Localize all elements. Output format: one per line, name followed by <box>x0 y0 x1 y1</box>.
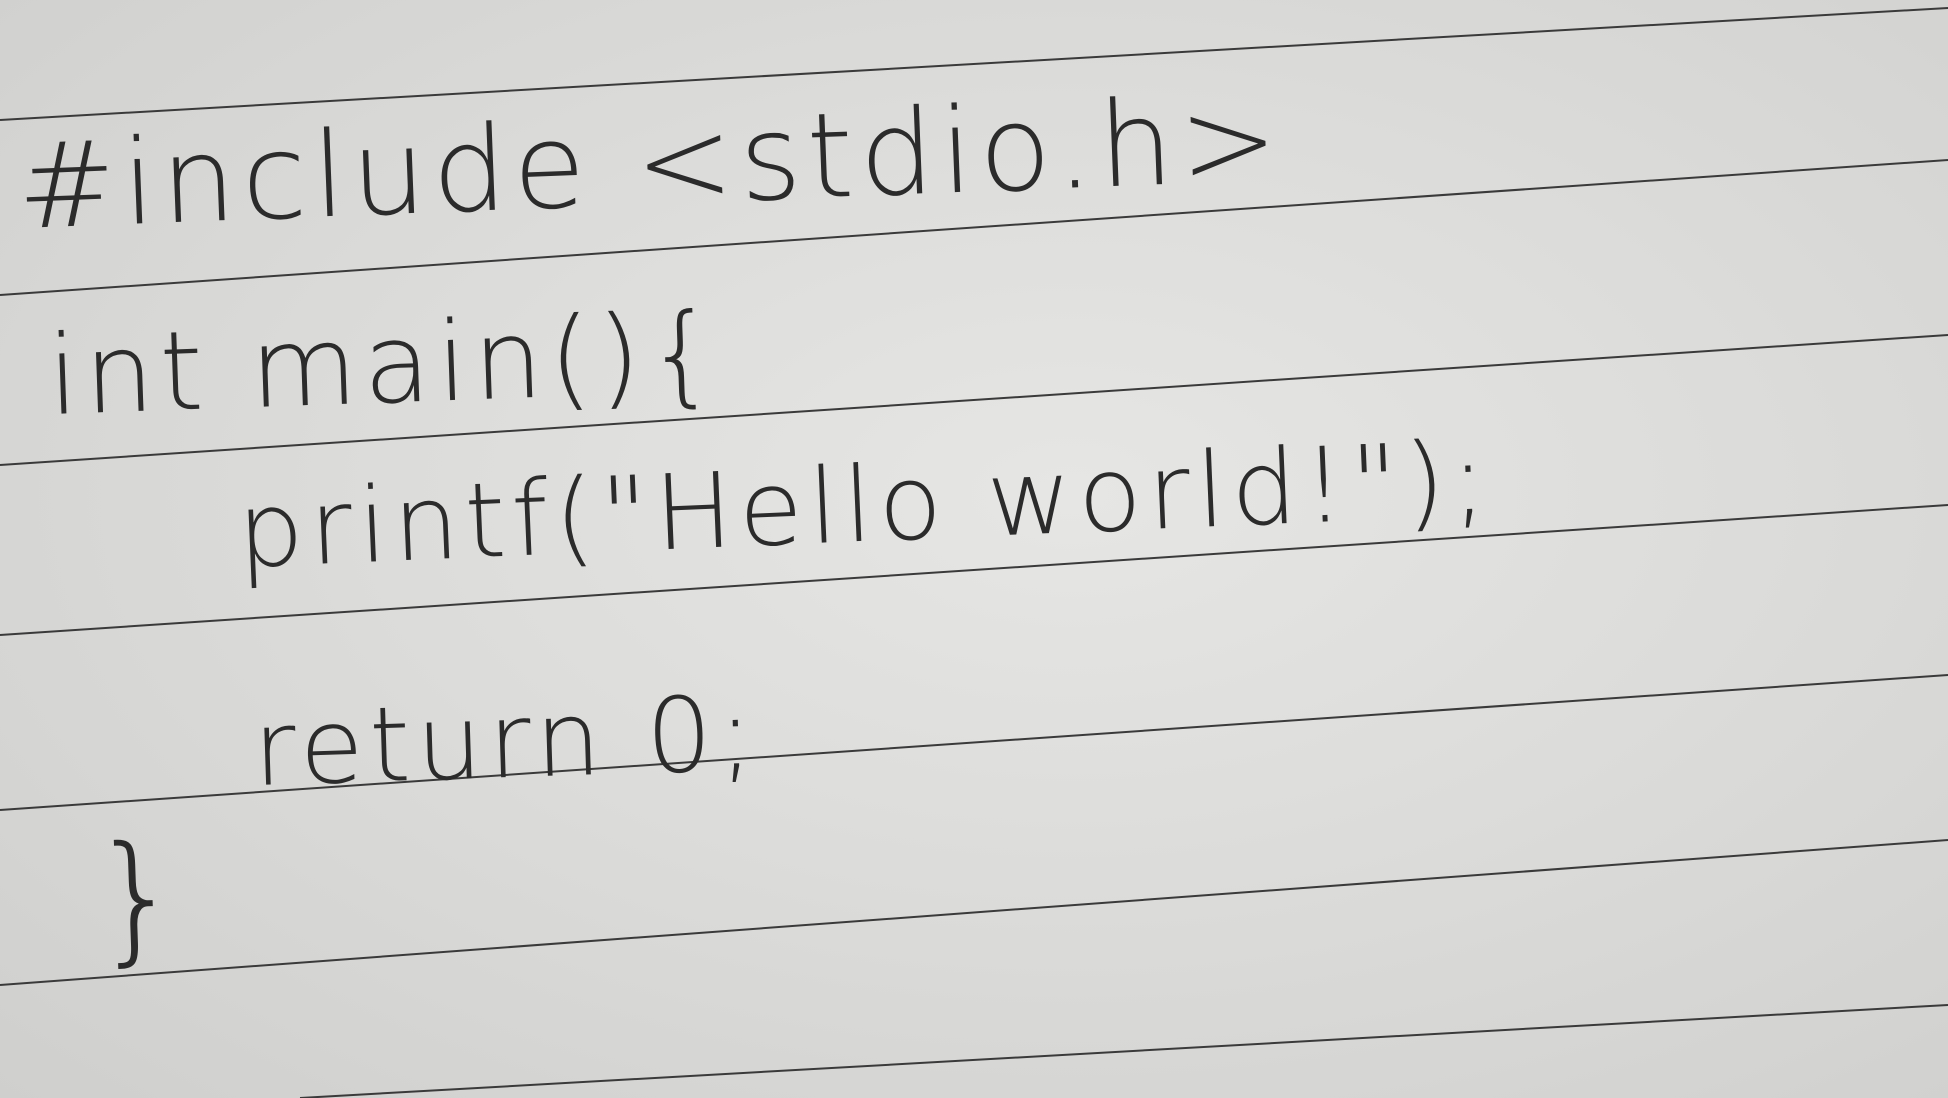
printf-line: printf("Hello world!"); <box>234 417 1495 592</box>
return-line: return 0; <box>251 672 762 810</box>
handwritten-code: #include <stdio.h> int main(){ printf("H… <box>0 0 1948 1098</box>
include-line: #include <stdio.h> <box>14 69 1287 257</box>
main-signature-line: int main(){ <box>45 288 725 440</box>
notebook-page-photo: #include <stdio.h> int main(){ printf("H… <box>0 0 1948 1098</box>
closing-brace-line: } <box>89 814 191 981</box>
